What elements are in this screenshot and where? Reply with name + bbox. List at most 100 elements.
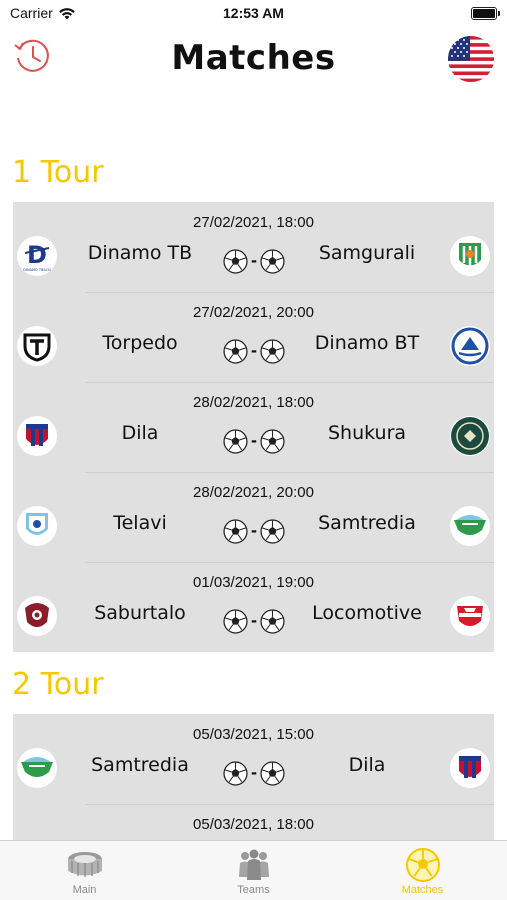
team-icon — [238, 849, 269, 880]
home-team-name: Torpedo — [102, 332, 178, 354]
team-logo — [17, 326, 57, 366]
tab-label: Matches — [401, 884, 444, 896]
score-separator: - — [251, 429, 257, 450]
football-icon — [223, 608, 248, 634]
football-icon — [260, 608, 285, 634]
football-icon — [260, 760, 285, 786]
team-logo — [450, 748, 490, 788]
shukura-logo-icon — [451, 417, 489, 455]
score-separator: - — [251, 339, 257, 360]
score: - — [219, 516, 289, 546]
away-team-name: Dinamo BT — [314, 332, 420, 354]
home-team-name: Saburtalo — [94, 602, 186, 624]
team-logo — [450, 416, 490, 456]
football-icon — [260, 248, 285, 274]
tab-label: Main — [72, 884, 97, 896]
torpedo-logo-icon — [23, 333, 51, 362]
saburtalo-logo-icon — [25, 603, 49, 627]
score: - — [219, 758, 289, 788]
team-logo — [450, 236, 490, 276]
status-time: 12:53 AM — [223, 5, 284, 21]
page-title: Matches — [171, 38, 336, 78]
tab-matches[interactable]: Matches — [338, 841, 507, 900]
team-logo — [450, 596, 490, 636]
us-flag-icon — [448, 36, 494, 82]
match-date: 28/02/2021, 20:00 — [193, 484, 314, 501]
match-row[interactable]: 05/03/2021, 15:00 Samtredia - Dila — [13, 714, 494, 804]
team-logo — [17, 748, 57, 788]
telavi-logo-icon — [26, 513, 48, 535]
score: - — [219, 426, 289, 456]
match-row[interactable]: 28/02/2021, 18:00 Dila - Shukura — [13, 382, 494, 472]
dila-logo-icon — [26, 424, 48, 446]
football-icon — [223, 338, 248, 364]
dinamo-batumi-logo-icon — [451, 327, 489, 365]
team-logo: D DINAMO TBILISI — [17, 236, 57, 276]
svg-text:DINAMO TBILISI: DINAMO TBILISI — [23, 268, 50, 272]
samtredia-logo-icon — [454, 515, 486, 535]
match-date: 01/03/2021, 19:00 — [193, 574, 314, 591]
tour-matches: 27/02/2021, 18:00 D DINAMO TBILISI Dinam… — [13, 202, 494, 652]
score-separator: - — [251, 609, 257, 630]
match-date: 27/02/2021, 20:00 — [193, 304, 314, 321]
match-row[interactable]: 01/03/2021, 19:00 Saburtalo - Locomotive — [13, 562, 494, 652]
tour-matches: 05/03/2021, 15:00 Samtredia - Dila 05/03… — [13, 714, 494, 840]
locomotive-logo-icon — [457, 606, 483, 626]
samtredia-logo-icon — [21, 757, 53, 777]
matches-screen: Carrier 12:53 AM Matches 1 Tour 27/02/20… — [0, 0, 507, 900]
away-team-name: Samgurali — [318, 242, 416, 264]
team-logo — [17, 416, 57, 456]
match-date: 05/03/2021, 15:00 — [193, 726, 314, 743]
match-row[interactable]: 27/02/2021, 20:00 Torpedo - Dinamo BT — [13, 292, 494, 382]
home-team-name: Samtredia — [91, 754, 189, 776]
dila-logo-icon — [459, 756, 481, 778]
football-icon — [260, 428, 285, 454]
football-icon — [223, 248, 248, 274]
tab-main[interactable]: Main — [0, 841, 169, 900]
battery-icon — [471, 7, 500, 20]
score: - — [219, 336, 289, 366]
samgurali-logo-icon — [459, 243, 481, 266]
match-row[interactable]: 27/02/2021, 18:00 D DINAMO TBILISI Dinam… — [13, 202, 494, 292]
team-logo — [450, 326, 490, 366]
team-logo — [17, 506, 57, 546]
away-team-name: Shukura — [327, 422, 407, 444]
tour-title: 1 Tour — [12, 155, 104, 190]
language-button[interactable] — [448, 36, 494, 82]
navigation-header: Matches — [0, 30, 507, 94]
football-icon — [223, 518, 248, 544]
football-icon — [223, 428, 248, 454]
svg-text:D: D — [27, 241, 47, 269]
match-row[interactable]: 05/03/2021, 18:00 — [13, 804, 494, 840]
score: - — [219, 246, 289, 276]
home-team-name: Telavi — [113, 512, 167, 534]
team-logo — [450, 506, 490, 546]
home-team-name: Dinamo TB — [87, 242, 193, 264]
matches-list[interactable]: 1 Tour 27/02/2021, 18:00 D DINAMO TBILIS… — [0, 150, 507, 840]
tab-teams[interactable]: Teams — [169, 841, 338, 900]
football-icon — [260, 338, 285, 364]
tab-label: Teams — [237, 884, 270, 896]
match-row[interactable]: 28/02/2021, 20:00 Telavi - Samtredia — [13, 472, 494, 562]
stadium-icon — [67, 852, 102, 877]
away-team-name: Locomotive — [312, 602, 422, 624]
away-team-name: Dila — [348, 754, 386, 776]
football-icon — [260, 518, 285, 544]
match-date: 05/03/2021, 18:00 — [193, 816, 314, 833]
football-icon — [405, 848, 440, 882]
score-separator: - — [251, 519, 257, 540]
score-separator: - — [251, 761, 257, 782]
score-separator: - — [251, 249, 257, 270]
football-icon — [223, 760, 248, 786]
score: - — [219, 606, 289, 636]
status-bar: Carrier 12:53 AM — [0, 0, 507, 30]
tour-title: 2 Tour — [12, 667, 104, 702]
match-date: 27/02/2021, 18:00 — [193, 214, 314, 231]
dinamo-tbilisi-logo-icon: D DINAMO TBILISI — [23, 241, 50, 272]
away-team-name: Samtredia — [318, 512, 416, 534]
match-date: 28/02/2021, 18:00 — [193, 394, 314, 411]
home-team-name: Dila — [121, 422, 159, 444]
team-logo — [17, 596, 57, 636]
tab-bar: Main Teams Matches — [0, 840, 507, 900]
